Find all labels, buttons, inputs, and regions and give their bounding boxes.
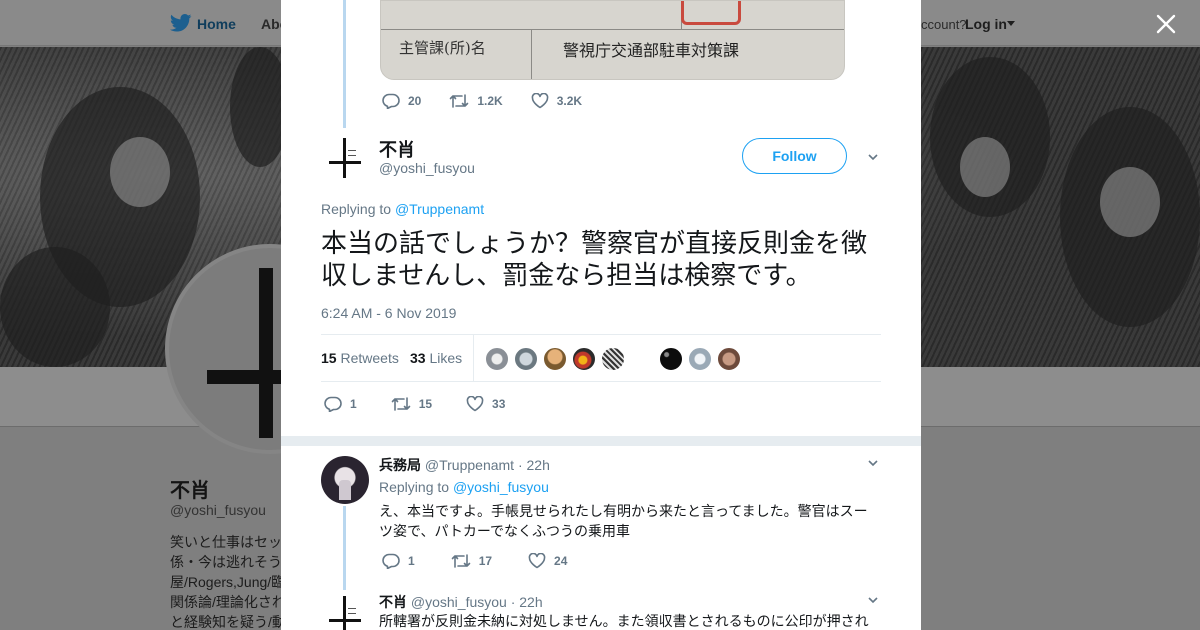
tweet-stats: 15 Retweets 33 Likes bbox=[321, 334, 881, 382]
author-name[interactable]: 不肖 bbox=[379, 136, 415, 162]
liker-avatar[interactable] bbox=[688, 347, 712, 371]
main-tweet-actions: 1 15 33 bbox=[324, 396, 533, 412]
photo-value-text: 警視庁交通部駐車対策課 bbox=[563, 41, 740, 60]
chevron-down-icon[interactable] bbox=[868, 458, 878, 468]
reply-avatar[interactable] bbox=[321, 456, 369, 504]
reply-author-handle[interactable]: @Truppenamt bbox=[425, 457, 514, 473]
replies-divider bbox=[281, 436, 921, 446]
reply-time[interactable]: · 22h bbox=[511, 594, 543, 610]
chevron-down-icon[interactable] bbox=[868, 152, 878, 162]
reply-icon bbox=[382, 553, 400, 569]
tweet-text: 本当の話でしょうか？警察官が直接反則金を徴収しませんし、罰金なら担当は検察です。 bbox=[321, 228, 868, 290]
retweet-icon bbox=[450, 94, 469, 108]
retweet-button[interactable]: 1.2K bbox=[449, 93, 503, 109]
reply-time[interactable]: · 22h bbox=[518, 457, 550, 473]
replying-to-link[interactable]: @yoshi_fusyou bbox=[453, 479, 549, 495]
liker-avatar[interactable] bbox=[572, 347, 596, 371]
reply-button[interactable]: 20 bbox=[382, 93, 421, 109]
have-account-text: ccount? bbox=[921, 17, 967, 32]
author-handle[interactable]: @yoshi_fusyou bbox=[379, 160, 475, 176]
replying-to-line: Replying to @Truppenamt bbox=[321, 201, 485, 217]
retweet-icon bbox=[391, 397, 410, 411]
reply-header: 不肖 @yoshi_fusyou · 22h bbox=[379, 592, 543, 612]
like-icon bbox=[531, 93, 549, 109]
retweet-button[interactable]: 17 bbox=[451, 553, 492, 569]
reply-icon bbox=[324, 396, 342, 412]
liker-avatar[interactable] bbox=[514, 347, 538, 371]
tweet-permalink-modal: 主管課(所)名 警視庁交通部駐車対策課 20 1.2K 3.2K 不肖 @yos… bbox=[281, 0, 921, 630]
prev-tweet-actions: 20 1.2K 3.2K bbox=[382, 93, 610, 109]
reply-author-name[interactable]: 兵務局 bbox=[379, 457, 421, 473]
reply-avatar[interactable] bbox=[321, 592, 369, 630]
reply-button[interactable]: 1 bbox=[382, 553, 415, 569]
reply-button[interactable]: 1 bbox=[324, 396, 357, 412]
tweet-timestamp[interactable]: 6:24 AM - 6 Nov 2019 bbox=[321, 305, 456, 321]
like-button[interactable]: 24 bbox=[528, 553, 567, 569]
reply-author-handle[interactable]: @yoshi_fusyou bbox=[411, 594, 507, 610]
retweets-stat[interactable]: 15 Retweets bbox=[321, 350, 399, 366]
nav-home-link[interactable]: Home bbox=[197, 16, 236, 32]
author-avatar[interactable] bbox=[321, 134, 369, 182]
liker-avatar[interactable] bbox=[543, 347, 567, 371]
liker-avatar[interactable] bbox=[601, 347, 625, 371]
reply-header: 兵務局 @Truppenamt · 22h bbox=[379, 455, 550, 475]
profile-handle: @yoshi_fusyou bbox=[170, 502, 266, 518]
close-icon[interactable] bbox=[1155, 13, 1177, 35]
follow-button[interactable]: Follow bbox=[742, 138, 847, 174]
thread-line bbox=[343, 506, 346, 590]
reply-text: 所轄署が反則金未納に対処しません。また領収書とされるものに公印が押され bbox=[379, 613, 869, 629]
reply-actions: 1 17 24 bbox=[382, 553, 595, 569]
twitter-bird-icon[interactable] bbox=[170, 14, 192, 32]
thread-line bbox=[343, 0, 346, 128]
retweet-icon bbox=[451, 554, 470, 568]
tweet-photo[interactable]: 主管課(所)名 警視庁交通部駐車対策課 bbox=[380, 0, 845, 80]
retweet-button[interactable]: 15 bbox=[391, 396, 432, 412]
liker-avatar[interactable] bbox=[485, 347, 509, 371]
reply-icon bbox=[382, 93, 400, 109]
liker-avatar[interactable] bbox=[659, 347, 683, 371]
likes-stat[interactable]: 33 Likes bbox=[410, 350, 462, 366]
replying-to-link[interactable]: @Truppenamt bbox=[395, 201, 484, 217]
profile-name: 不肖 bbox=[170, 480, 210, 502]
login-link[interactable]: Log in bbox=[965, 16, 1007, 32]
photo-label-text: 主管課(所)名 bbox=[399, 39, 486, 57]
chevron-down-icon[interactable] bbox=[1007, 21, 1015, 26]
liker-avatar[interactable] bbox=[717, 347, 741, 371]
like-button[interactable]: 3.2K bbox=[531, 93, 582, 109]
chevron-down-icon[interactable] bbox=[868, 595, 878, 605]
reply-text: え、本当ですよ。手帳見せられたし有明から来たと言ってました。警官はスーツ姿で、パ… bbox=[379, 503, 868, 539]
like-icon bbox=[466, 396, 484, 412]
reply-author-name[interactable]: 不肖 bbox=[379, 594, 407, 610]
reply-replying-to: Replying to @yoshi_fusyou bbox=[379, 479, 549, 495]
profile-bio: 笑いと仕事はセッ 係・今は逃れそう 屋/Rogers,Jung/臨 関係論/理論… bbox=[170, 534, 282, 630]
like-button[interactable]: 33 bbox=[466, 396, 505, 412]
like-icon bbox=[528, 553, 546, 569]
